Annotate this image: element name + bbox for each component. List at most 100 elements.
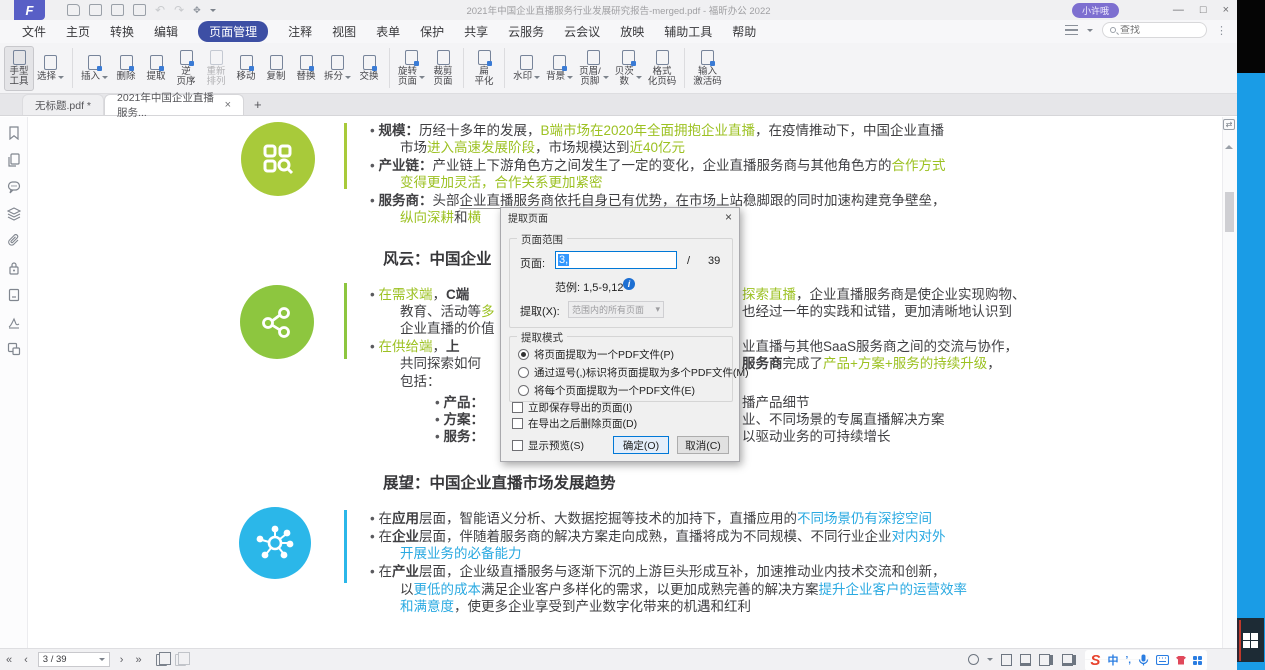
skin-icon[interactable] xyxy=(1176,656,1186,665)
delete-pages-button[interactable]: 删除 xyxy=(111,51,141,86)
save-icon[interactable] xyxy=(89,4,102,16)
header-footer-button[interactable]: 页眉/ 页脚 xyxy=(576,46,612,91)
snapshot-icon[interactable] xyxy=(156,654,167,666)
radio-single-pdf[interactable]: 将页面提取为一个PDF文件(P) xyxy=(518,347,674,362)
radio-comma-multiple-pdf[interactable]: 通过逗号(,)标识将页面提取为多个PDF文件(M) xyxy=(518,365,749,380)
swap-pages-button[interactable]: 交换 xyxy=(354,51,384,86)
ok-button[interactable]: 确定(O) xyxy=(613,436,669,454)
background-window-blue[interactable] xyxy=(1237,73,1265,670)
checkbox-save-exported[interactable]: 立即保存导出的页面(I) xyxy=(512,400,632,415)
new-tab-button[interactable]: + xyxy=(254,97,262,112)
windows-start-button[interactable] xyxy=(1237,618,1264,662)
bookmarks-panel-icon[interactable] xyxy=(7,126,21,140)
menu-present[interactable]: 放映 xyxy=(620,23,644,40)
facing-view-icon[interactable] xyxy=(1039,654,1050,666)
destinations-panel-icon[interactable] xyxy=(7,342,21,356)
menu-protect[interactable]: 保护 xyxy=(420,23,444,40)
menu-page-management[interactable]: 页面管理 xyxy=(198,21,268,42)
extract-pages-button[interactable]: 提取 xyxy=(141,51,171,86)
comments-panel-icon[interactable] xyxy=(7,180,21,194)
menu-home[interactable]: 主页 xyxy=(66,23,90,40)
minimize-button[interactable]: — xyxy=(1173,5,1184,16)
first-page-button[interactable]: « xyxy=(6,654,12,666)
search-box[interactable] xyxy=(1102,22,1207,38)
undo-icon[interactable]: ↶ xyxy=(155,4,165,16)
background-button[interactable]: 背景 xyxy=(543,51,576,86)
hand-tool-quick-icon[interactable]: ✥ xyxy=(193,5,201,16)
replace-pages-button[interactable]: 替换 xyxy=(291,51,321,86)
dialog-close-icon[interactable]: × xyxy=(725,210,732,224)
punctuation-icon[interactable]: ’, xyxy=(1125,655,1131,666)
toolbar-layout-caret-icon[interactable] xyxy=(1087,29,1093,35)
duplicate-pages-button[interactable]: 复制 xyxy=(261,51,291,86)
attachments-panel-icon[interactable] xyxy=(7,234,21,248)
menu-convert[interactable]: 转换 xyxy=(110,23,134,40)
scrollbar-thumb[interactable] xyxy=(1225,192,1234,232)
watermark-button[interactable]: 水印 xyxy=(510,51,543,86)
next-page-button[interactable]: › xyxy=(120,654,124,666)
qat-more-caret-icon[interactable] xyxy=(210,9,216,15)
menu-accessibility[interactable]: 辅助工具 xyxy=(664,23,712,40)
redo-icon[interactable]: ↷ xyxy=(174,4,184,16)
scroll-up-icon[interactable] xyxy=(1225,141,1233,149)
open-file-icon[interactable] xyxy=(67,4,80,16)
close-button[interactable]: × xyxy=(1223,5,1229,16)
foxit-logo[interactable]: F xyxy=(14,0,45,20)
continuous-view-icon[interactable] xyxy=(1020,654,1031,666)
last-page-button[interactable]: » xyxy=(135,654,141,666)
security-panel-icon[interactable] xyxy=(7,261,21,275)
user-account-badge[interactable]: 小许哦 xyxy=(1072,3,1119,18)
single-page-view-icon[interactable] xyxy=(1001,654,1012,666)
menu-cloud[interactable]: 云服务 xyxy=(508,23,544,40)
new-document-icon[interactable] xyxy=(133,4,146,16)
mic-icon[interactable] xyxy=(1138,654,1149,666)
split-document-button[interactable]: 拆分 xyxy=(321,51,354,86)
toolbar-layout-icon[interactable] xyxy=(1065,25,1078,35)
chinese-mode-icon[interactable]: 中 xyxy=(1107,652,1118,668)
fields-panel-icon[interactable] xyxy=(7,288,21,302)
reverse-order-button[interactable]: 逆 页序 xyxy=(171,46,201,91)
menu-comment[interactable]: 注释 xyxy=(288,23,312,40)
bates-numbering-button[interactable]: 贝茨 数 xyxy=(612,46,645,91)
menu-edit[interactable]: 编辑 xyxy=(154,23,178,40)
layers-panel-icon[interactable] xyxy=(7,207,21,221)
radio-each-page-pdf[interactable]: 将每个页面提取为一个PDF文件(E) xyxy=(518,383,695,398)
search-input[interactable] xyxy=(1120,25,1195,36)
tab-untitled[interactable]: 无标题.pdf * xyxy=(22,94,104,115)
info-icon[interactable]: i xyxy=(623,278,635,290)
rotate-view-caret-icon[interactable] xyxy=(987,658,993,664)
tab-report[interactable]: 2021年中国企业直播服务... × xyxy=(104,94,244,115)
activation-code-button[interactable]: 输入 激活码 xyxy=(690,46,725,91)
prev-page-button[interactable]: ‹ xyxy=(24,654,28,666)
keyboard-icon[interactable] xyxy=(1156,655,1169,665)
crop-pages-button[interactable]: 裁剪 页面 xyxy=(428,46,458,91)
sogou-logo-icon[interactable]: S xyxy=(1090,652,1100,669)
menu-form[interactable]: 表单 xyxy=(376,23,400,40)
print-icon[interactable] xyxy=(111,4,124,16)
signature-panel-icon[interactable] xyxy=(7,315,21,329)
toolbox-icon[interactable] xyxy=(1193,656,1202,665)
restore-button[interactable]: □ xyxy=(1200,5,1207,16)
select-button[interactable]: 选择 xyxy=(34,51,67,86)
tab-close-icon[interactable]: × xyxy=(225,99,231,111)
flatten-button[interactable]: 扁 平化 xyxy=(469,46,499,91)
checkbox-delete-after-export[interactable]: 在导出之后删除页面(D) xyxy=(512,416,637,431)
facing-continuous-view-icon[interactable] xyxy=(1062,654,1073,666)
format-page-number-button[interactable]: 格式 化页码 xyxy=(645,46,680,91)
checkbox-show-preview[interactable]: 显示预览(S) xyxy=(512,438,584,453)
menu-meeting[interactable]: 云会议 xyxy=(564,23,600,40)
rotate-view-icon[interactable] xyxy=(968,654,979,665)
rotate-pages-button[interactable]: 旋转 页面 xyxy=(395,46,428,91)
dialog-titlebar[interactable]: 提取页面 × xyxy=(501,208,739,227)
hand-tool-button[interactable]: 手型 工具 xyxy=(4,46,34,91)
page-range-input[interactable]: 3, xyxy=(555,251,677,269)
insert-pages-button[interactable]: 插入 xyxy=(78,51,111,86)
swap-view-icon[interactable]: ⇄ xyxy=(1223,119,1235,130)
page-number-input[interactable]: 3 / 39 xyxy=(38,652,110,667)
move-pages-button[interactable]: 移动 xyxy=(231,51,261,86)
menu-view[interactable]: 视图 xyxy=(332,23,356,40)
page-thumbnails-icon[interactable] xyxy=(7,153,21,167)
menu-share[interactable]: 共享 xyxy=(464,23,488,40)
menu-file[interactable]: 文件 xyxy=(22,23,46,40)
menu-help[interactable]: 帮助 xyxy=(732,23,756,40)
